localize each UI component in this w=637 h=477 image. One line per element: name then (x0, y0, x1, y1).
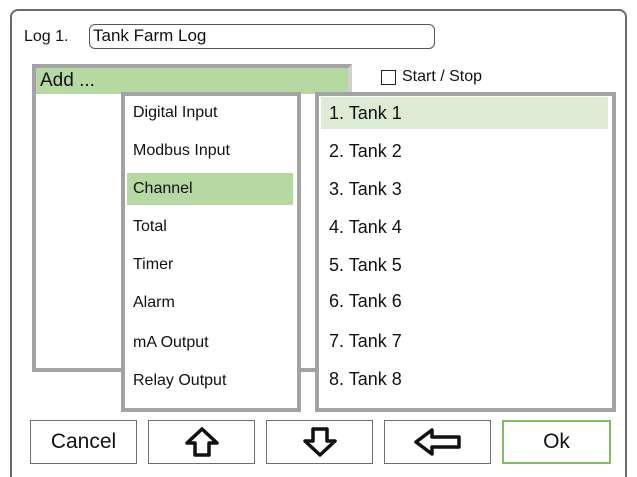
item-type-option-selected[interactable]: Channel (127, 173, 293, 205)
move-up-button[interactable] (148, 420, 255, 464)
back-button[interactable] (384, 420, 491, 464)
cancel-button[interactable]: Cancel (30, 420, 137, 464)
source-option[interactable]: 7. Tank 7 (321, 325, 608, 357)
item-type-option[interactable]: Digital Input (127, 97, 293, 129)
start-stop-checkbox[interactable] (381, 69, 396, 85)
item-type-option[interactable]: mA Output (127, 327, 293, 359)
add-item-header[interactable]: Add ... (36, 68, 348, 94)
log-number-label: Log 1. (24, 28, 69, 45)
source-option[interactable]: 3. Tank 3 (321, 173, 608, 205)
item-type-option[interactable]: Total (127, 211, 293, 243)
arrow-up-icon (182, 426, 222, 458)
item-type-option[interactable]: Relay Output (127, 365, 293, 397)
item-type-option[interactable]: Timer (127, 249, 293, 281)
source-option[interactable]: 4. Tank 4 (321, 211, 608, 243)
source-option[interactable]: 8. Tank 8 (321, 363, 608, 395)
source-option[interactable]: 5. Tank 5 (321, 249, 608, 281)
start-stop-toggle[interactable]: Start / Stop (381, 66, 482, 88)
arrow-left-icon (412, 427, 464, 457)
item-type-option[interactable]: Modbus Input (127, 135, 293, 167)
source-option-selected[interactable]: 1. Tank 1 (321, 97, 608, 129)
arrow-down-icon (300, 426, 340, 458)
source-option[interactable]: 6. Tank 6 (321, 285, 608, 317)
ok-button[interactable]: Ok (502, 420, 611, 464)
source-option[interactable]: 2. Tank 2 (321, 135, 608, 167)
item-type-option[interactable]: Alarm (127, 287, 293, 319)
move-down-button[interactable] (266, 420, 373, 464)
start-stop-label: Start / Stop (402, 68, 483, 85)
log-name-field[interactable]: Tank Farm Log (89, 24, 435, 49)
